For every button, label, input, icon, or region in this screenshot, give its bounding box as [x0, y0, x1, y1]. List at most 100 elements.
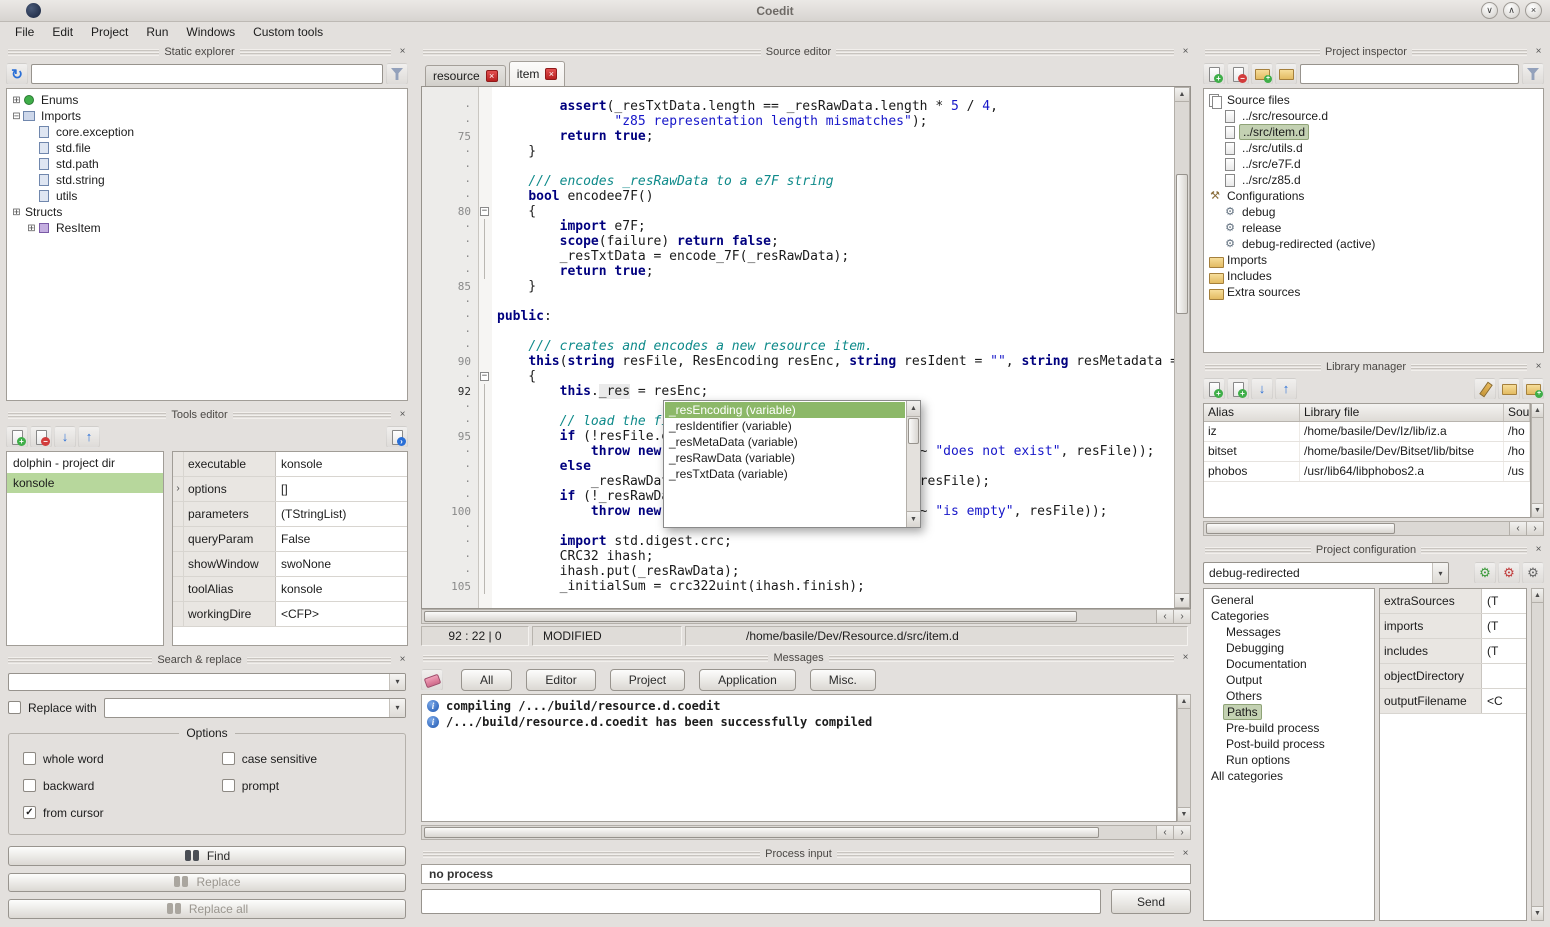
remove-configuration-button[interactable]: ⚙	[1498, 562, 1520, 584]
filter-project[interactable]: Project	[610, 669, 685, 691]
option-case-sensitive[interactable]: case sensitive	[222, 752, 391, 766]
option-from-cursor[interactable]: ✓from cursor	[23, 806, 218, 820]
add-tool-button[interactable]	[6, 426, 28, 448]
property-value[interactable]: konsole	[276, 577, 407, 601]
close-panel-icon[interactable]: ×	[1179, 652, 1192, 665]
duplicate-library-button[interactable]	[1227, 378, 1249, 400]
remove-source-button[interactable]	[1227, 63, 1249, 85]
property-value[interactable]: swoNone	[276, 552, 407, 576]
close-panel-icon[interactable]: ×	[1532, 544, 1545, 557]
move-tool-up-button[interactable]: ↑	[78, 426, 100, 448]
scroll-up-icon[interactable]: ▲	[907, 401, 920, 417]
project-tree-item[interactable]: ⚙debug-redirected (active)	[1204, 236, 1543, 252]
editor-vertical-scrollbar[interactable]: ▲ ▼	[1174, 87, 1190, 608]
fold-collapse-icon[interactable]: −	[480, 372, 489, 381]
add-library-folder-button[interactable]	[1522, 378, 1544, 400]
scroll-thumb[interactable]	[424, 827, 1099, 838]
messages-horizontal-scrollbar[interactable]: ‹ ›	[421, 825, 1191, 840]
completion-item[interactable]: _resRawData (variable)	[665, 450, 905, 466]
code-line[interactable]: · scope(failure) return false;	[422, 234, 1174, 249]
library-row[interactable]: bitset/home/basile/Dev/Bitset/lib/bitse/…	[1204, 442, 1530, 462]
scroll-right-icon[interactable]: ›	[1526, 522, 1543, 535]
maximize-button[interactable]: ∧	[1503, 2, 1520, 19]
property-value[interactable]: (T	[1482, 614, 1526, 638]
project-tree-item[interactable]: ../src/resource.d	[1204, 108, 1543, 124]
replace-with-checkbox[interactable]	[8, 701, 21, 714]
add-configuration-button[interactable]: ⚙	[1522, 562, 1544, 584]
library-column-header[interactable]: Alias	[1204, 404, 1300, 421]
option-prompt[interactable]: prompt	[222, 779, 391, 793]
add-source-folder-button[interactable]	[1251, 63, 1273, 85]
config-category-item[interactable]: All categories	[1204, 768, 1374, 784]
open-source-folder-button[interactable]	[1275, 63, 1297, 85]
scroll-right-icon[interactable]: ›	[1173, 610, 1190, 623]
chevron-down-icon[interactable]: ▾	[1432, 563, 1448, 583]
config-category-item[interactable]: Run options	[1204, 752, 1374, 768]
option-backward[interactable]: backward	[23, 779, 218, 793]
scroll-up-icon[interactable]: ▲	[1175, 88, 1189, 102]
clear-messages-button[interactable]	[421, 669, 443, 691]
close-panel-icon[interactable]: ×	[1532, 46, 1545, 59]
close-panel-icon[interactable]: ×	[396, 409, 409, 422]
library-horizontal-scrollbar[interactable]: ‹ ›	[1203, 521, 1544, 536]
option-whole-word[interactable]: whole word	[23, 752, 218, 766]
scroll-track[interactable]	[1178, 709, 1190, 807]
scroll-up-icon[interactable]: ▲	[1532, 589, 1543, 603]
scroll-left-icon[interactable]: ‹	[1156, 610, 1173, 623]
scroll-up-icon[interactable]: ▲	[1178, 695, 1190, 709]
move-tool-down-button[interactable]: ↓	[54, 426, 76, 448]
tool-item[interactable]: konsole	[7, 473, 163, 493]
filter-all[interactable]: All	[461, 669, 512, 691]
code-line[interactable]: · CRC32 ihash;	[422, 549, 1174, 564]
property-value[interactable]	[1482, 664, 1526, 688]
scroll-track[interactable]	[422, 610, 1156, 623]
close-panel-icon[interactable]: ×	[1179, 46, 1192, 59]
code-line[interactable]: · }	[422, 144, 1174, 159]
symbol-tree-item[interactable]: ⊞Structs	[7, 204, 407, 220]
code-line[interactable]: · "z85 representation length mismatches"…	[422, 114, 1174, 129]
config-category-item[interactable]: Categories	[1204, 608, 1374, 624]
scroll-track[interactable]	[1204, 522, 1509, 535]
code-line[interactable]: 90 this(string resFile, ResEncoding resE…	[422, 354, 1174, 369]
property-value[interactable]: <C	[1482, 689, 1526, 713]
project-tree-item[interactable]: Source files	[1204, 92, 1543, 108]
property-value[interactable]: konsole	[276, 452, 407, 476]
scroll-thumb[interactable]	[1176, 174, 1188, 314]
refresh-symbols-button[interactable]: ↻	[6, 63, 28, 85]
symbol-tree-item[interactable]: ⊞Enums	[7, 92, 407, 108]
scroll-thumb[interactable]	[424, 611, 1077, 622]
symbol-search-input[interactable]	[31, 64, 383, 84]
library-row[interactable]: phobos/usr/lib64/libphobos2.a/us	[1204, 462, 1530, 482]
code-line[interactable]: 105 _initialSum = crc322uint(ihash.finis…	[422, 579, 1174, 594]
process-input-field[interactable]	[421, 889, 1101, 914]
scroll-left-icon[interactable]: ‹	[1156, 826, 1173, 839]
plus-expander-icon[interactable]: ⊞	[26, 223, 37, 234]
symbol-tree-item[interactable]: ⊟Imports	[7, 108, 407, 124]
message-item[interactable]: icompiling /.../build/resource.d.coedit	[422, 698, 1176, 714]
project-tree-item[interactable]: Extra sources	[1204, 284, 1543, 300]
project-tree-item[interactable]: ../src/item.d	[1204, 124, 1543, 140]
search-term-select[interactable]: ▾	[8, 673, 406, 691]
completion-scrollbar[interactable]: ▲ ▼	[906, 401, 920, 527]
scroll-thumb[interactable]	[908, 418, 919, 444]
scroll-track[interactable]	[1532, 418, 1543, 503]
project-tree-item[interactable]: ../src/z85.d	[1204, 172, 1543, 188]
menu-custom-tools[interactable]: Custom tools	[244, 23, 332, 41]
config-category-item[interactable]: Paths	[1204, 704, 1374, 720]
scroll-track[interactable]	[1175, 102, 1189, 593]
code-line[interactable]: · _resTxtData = encode_7F(_resRawData);	[422, 249, 1174, 264]
configuration-select[interactable]: debug-redirected ▾	[1203, 562, 1449, 584]
apply-tool-button[interactable]	[386, 426, 408, 448]
inspector-filter-input[interactable]	[1300, 64, 1519, 84]
library-column-header[interactable]: Sou	[1504, 404, 1530, 421]
tool-item[interactable]: dolphin - project dir	[7, 453, 163, 473]
code-line[interactable]: ·	[422, 324, 1174, 339]
send-button[interactable]: Send	[1111, 889, 1191, 914]
code-line[interactable]: · ihash.put(_resRawData);	[422, 564, 1174, 579]
add-source-button[interactable]	[1203, 63, 1225, 85]
code-line[interactable]: ·	[422, 159, 1174, 174]
close-tab-icon[interactable]: ×	[486, 70, 498, 82]
project-tree-item[interactable]: ../src/e7F.d	[1204, 156, 1543, 172]
project-tree-item[interactable]: Includes	[1204, 268, 1543, 284]
move-library-down-button[interactable]: ↓	[1251, 378, 1273, 400]
